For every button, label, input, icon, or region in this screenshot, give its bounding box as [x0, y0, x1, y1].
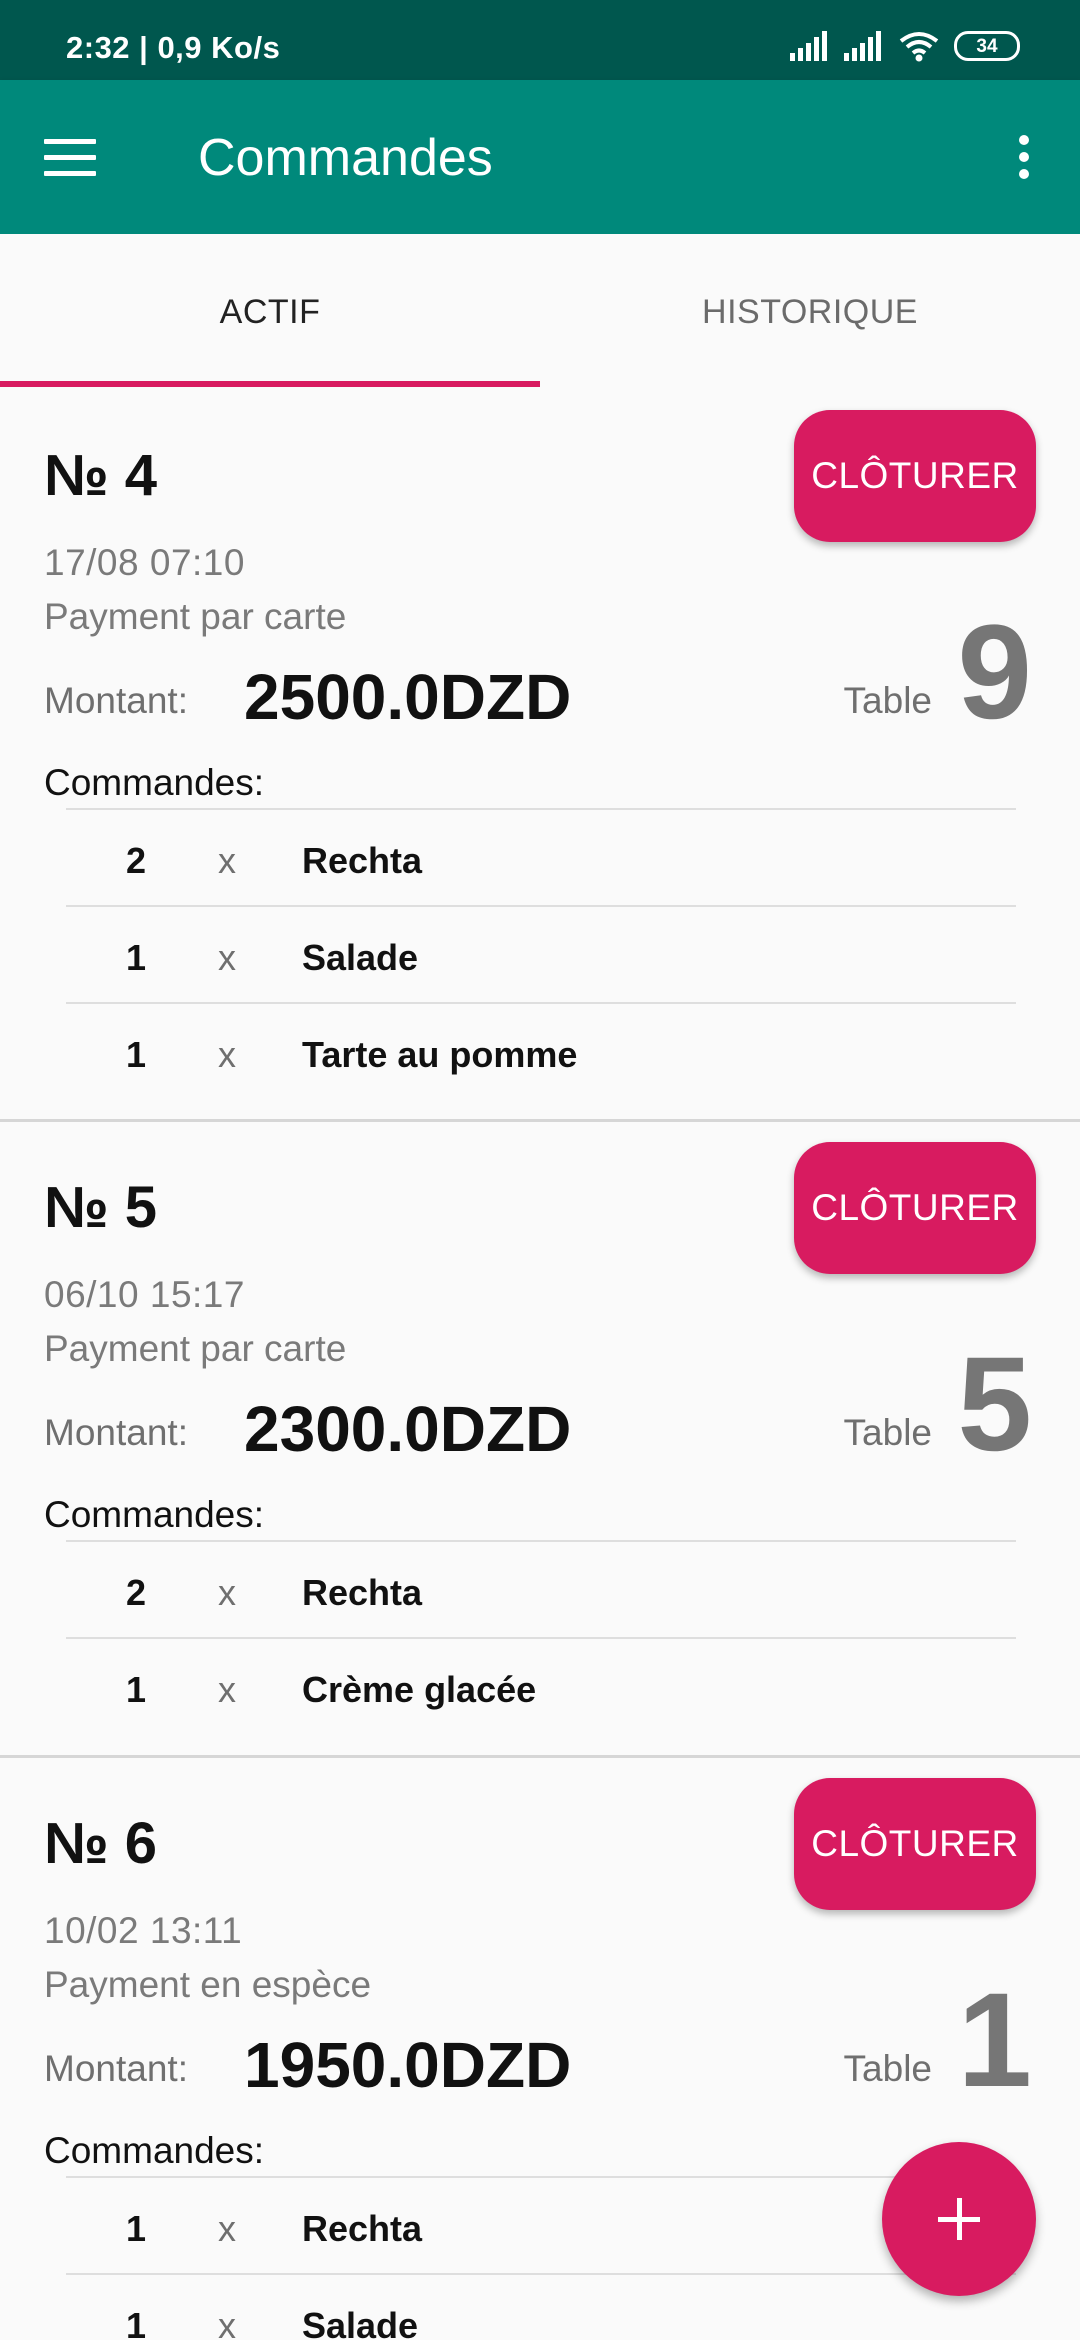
item-qty: 1	[126, 937, 147, 978]
close-order-button[interactable]: CLÔTURER	[794, 410, 1036, 542]
page-title: Commandes	[198, 129, 493, 187]
item-x: x	[218, 2305, 236, 2340]
items-list: 2 x Rechta 1 x Crème glacée	[66, 1540, 1016, 1734]
amount-value: 2300.0DZD	[244, 1393, 572, 1465]
item-name: Salade	[302, 2305, 419, 2340]
list-item: 2 x Rechta	[66, 808, 1016, 905]
item-qty: 1	[126, 1034, 147, 1075]
battery-level: 34	[976, 35, 998, 57]
wifi-icon	[899, 32, 939, 62]
signal-icon	[844, 31, 881, 61]
plus-icon	[938, 2198, 980, 2240]
item-x: x	[218, 1572, 236, 1613]
item-qty: 1	[126, 2208, 147, 2249]
item-qty: 1	[126, 2305, 147, 2340]
item-name: Crème glacée	[302, 1669, 537, 1710]
order-card: № 5 CLÔTURER 06/10 15:17 Payment par car…	[0, 1122, 1080, 1758]
payment-method: Payment par carte	[44, 596, 347, 637]
status-time: 2:32 | 0,9 Ko/s	[66, 30, 281, 65]
item-x: x	[218, 937, 236, 978]
amount-label: Montant:	[44, 680, 188, 721]
table-label: Table	[843, 680, 932, 721]
item-name: Rechta	[302, 1572, 423, 1613]
item-qty: 2	[126, 840, 147, 881]
hamburger-icon[interactable]	[44, 125, 108, 189]
order-number: № 5	[44, 1175, 158, 1240]
list-item: 1 x Crème glacée	[66, 1637, 1016, 1734]
item-x: x	[218, 1669, 236, 1710]
close-order-button[interactable]: CLÔTURER	[794, 1142, 1036, 1274]
amount-label: Montant:	[44, 1412, 188, 1453]
close-order-button[interactable]: CLÔTURER	[794, 1778, 1036, 1910]
table-number: 9	[957, 598, 1032, 747]
amount-value: 1950.0DZD	[244, 2029, 572, 2101]
items-label: Commandes:	[44, 1494, 265, 1535]
item-x: x	[218, 1034, 236, 1075]
order-number: № 6	[44, 1811, 158, 1876]
item-qty: 2	[126, 1572, 147, 1613]
order-datetime: 10/02 13:11	[44, 1910, 243, 1951]
table-label: Table	[843, 2048, 932, 2089]
tab-historique[interactable]: HISTORIQUE	[540, 234, 1080, 390]
list-item: 1 x Salade	[66, 905, 1016, 1002]
tab-bar: ACTIF HISTORIQUE	[0, 234, 1080, 390]
table-number: 5	[957, 1330, 1032, 1479]
item-name: Rechta	[302, 2208, 423, 2249]
item-x: x	[218, 2208, 236, 2249]
app-bar: Commandes	[0, 80, 1080, 234]
payment-method: Payment en espèce	[44, 1964, 372, 2005]
list-item: 2 x Rechta	[66, 1540, 1016, 1637]
add-order-button[interactable]	[882, 2142, 1036, 2296]
list-item: 1 x Salade	[66, 2273, 1016, 2340]
list-item: 1 x Tarte au pomme	[66, 1002, 1016, 1099]
item-name: Rechta	[302, 840, 423, 881]
list-item: 1 x Rechta	[66, 2176, 1016, 2273]
order-datetime: 17/08 07:10	[44, 542, 245, 583]
status-icons: 34	[790, 30, 1020, 62]
amount-label: Montant:	[44, 2048, 188, 2089]
order-card: № 4 CLÔTURER 17/08 07:10 Payment par car…	[0, 390, 1080, 1122]
order-datetime: 06/10 15:17	[44, 1274, 245, 1315]
orders-list: № 4 CLÔTURER 17/08 07:10 Payment par car…	[0, 390, 1080, 2340]
more-vert-icon[interactable]	[992, 125, 1056, 189]
amount-value: 2500.0DZD	[244, 661, 572, 733]
items-label: Commandes:	[44, 762, 265, 803]
items-label: Commandes:	[44, 2130, 265, 2171]
tab-actif[interactable]: ACTIF	[0, 234, 540, 390]
items-list: 1 x Rechta 1 x Salade	[66, 2176, 1016, 2340]
tab-indicator	[0, 381, 540, 387]
signal-icon	[790, 31, 827, 61]
table-number: 1	[957, 1966, 1032, 2115]
item-name: Tarte au pomme	[302, 1034, 578, 1075]
payment-method: Payment par carte	[44, 1328, 347, 1369]
battery-icon: 34	[954, 31, 1020, 61]
item-qty: 1	[126, 1669, 147, 1710]
table-label: Table	[843, 1412, 932, 1453]
items-list: 2 x Rechta 1 x Salade 1 x Tarte au pomme	[66, 808, 1016, 1099]
order-number: № 4	[44, 443, 158, 508]
status-bar: 2:32 | 0,9 Ko/s 34	[0, 0, 1080, 80]
item-x: x	[218, 840, 236, 881]
item-name: Salade	[302, 937, 419, 978]
